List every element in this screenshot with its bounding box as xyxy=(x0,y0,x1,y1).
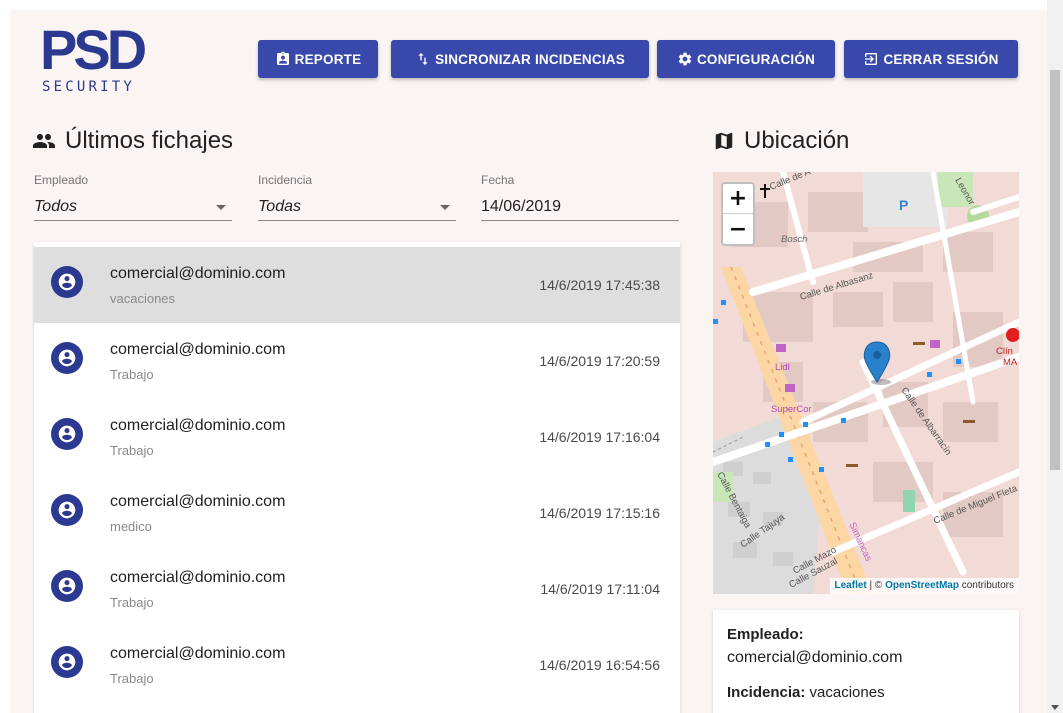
item-time: 14/6/2019 17:20:59 xyxy=(539,353,660,369)
incidencia-underline xyxy=(258,220,456,221)
empleado-select[interactable]: Empleado Todos xyxy=(34,173,232,223)
item-time: 14/6/2019 17:45:38 xyxy=(539,277,660,293)
map-tiles: Calle de Albasanz Calle de Albarracín Ca… xyxy=(713,172,1019,594)
poi-label-clinica: Clín xyxy=(996,346,1013,357)
cerrar-sesion-label: CERRAR SESIÓN xyxy=(883,51,999,67)
incidencia-label: Incidencia xyxy=(258,173,313,187)
empleado-underline xyxy=(34,220,232,221)
location-map[interactable]: Calle de Albasanz Calle de Albarracín Ca… xyxy=(713,172,1019,594)
zoom-in-button[interactable]: + xyxy=(723,184,753,214)
scroll-down-arrow-icon[interactable] xyxy=(1051,705,1059,710)
incidencia-select[interactable]: Incidencia Todas xyxy=(258,173,456,223)
dropdown-arrow-icon xyxy=(216,205,226,210)
map-icon xyxy=(715,132,733,150)
fecha-input[interactable]: Fecha 14/06/2019 xyxy=(481,173,679,223)
list-item[interactable]: comercial@dominio.com Trabajo 14/6/2019 … xyxy=(34,551,680,627)
item-type: Trabajo xyxy=(110,367,154,382)
account-circle-icon xyxy=(58,273,76,291)
avatar xyxy=(51,494,83,526)
item-type: Trabajo xyxy=(110,443,154,458)
avatar xyxy=(51,342,83,374)
poi-label-bosch: Bosch xyxy=(781,234,807,245)
item-type: vacaciones xyxy=(110,291,176,306)
configuracion-label: CONFIGURACIÓN xyxy=(696,51,816,67)
item-type: medico xyxy=(110,519,152,534)
logo-sub-text: SECURITY xyxy=(42,79,136,95)
item-type: Trabajo xyxy=(110,595,154,610)
item-type: Trabajo xyxy=(110,671,154,686)
logo-main-text: PSD xyxy=(40,18,147,81)
empleado-value: Todos xyxy=(34,198,77,215)
fecha-underline xyxy=(481,220,679,221)
ubicacion-title-text: Ubicación xyxy=(744,127,850,154)
fichajes-title: Últimos fichajes xyxy=(32,124,233,158)
zoom-out-button[interactable]: − xyxy=(723,214,753,244)
openstreetmap-link[interactable]: OpenStreetMap xyxy=(885,580,959,591)
scrollbar-thumb[interactable] xyxy=(1050,70,1060,470)
leaflet-link[interactable]: Leaflet xyxy=(835,580,867,591)
ubicacion-title: Ubicación xyxy=(713,124,849,158)
swap-vert-icon xyxy=(418,53,428,65)
fichajes-list: comercial@dominio.com vacaciones 14/6/20… xyxy=(34,242,680,713)
fecha-value: 14/06/2019 xyxy=(481,198,562,215)
list-item[interactable]: comercial@dominio.com Trabajo 14/6/2019 … xyxy=(34,627,680,703)
dropdown-arrow-icon xyxy=(440,205,450,210)
reporte-button[interactable]: REPORTE xyxy=(258,40,378,78)
item-email: comercial@dominio.com xyxy=(110,265,286,282)
sincronizar-label: SINCRONIZAR INCIDENCIAS xyxy=(435,51,625,67)
item-email: comercial@dominio.com xyxy=(110,645,286,662)
empleado-label: Empleado xyxy=(34,173,89,187)
attribution-separator: | © xyxy=(866,580,886,591)
account-circle-icon xyxy=(58,501,76,519)
account-circle-icon xyxy=(58,425,76,443)
info-empleado-label: Empleado: xyxy=(727,626,804,643)
item-time: 14/6/2019 17:11:04 xyxy=(540,581,660,597)
parking-label: P xyxy=(899,197,908,213)
info-incidencia: Incidencia: vacaciones xyxy=(727,684,885,701)
page-scrollbar[interactable] xyxy=(1047,0,1063,713)
avatar xyxy=(51,570,83,602)
poi-label-clinica-2: MA xyxy=(1003,357,1018,368)
app-root: PSD SECURITY REPORTE SINCRONIZAR INCIDEN… xyxy=(10,10,1047,713)
contact-badge-icon xyxy=(276,51,289,65)
map-attribution: Leaflet | © OpenStreetMap contributors xyxy=(829,578,1019,594)
item-time: 14/6/2019 17:16:04 xyxy=(539,429,660,445)
account-circle-icon xyxy=(58,577,76,595)
location-info-card: Empleado: comercial@dominio.com Incidenc… xyxy=(713,610,1019,713)
gear-icon xyxy=(678,52,692,66)
incidencia-value: Todas xyxy=(258,198,301,215)
avatar xyxy=(51,266,83,298)
people-icon xyxy=(33,134,55,148)
poi-label-supercor: SuperCor xyxy=(771,404,812,415)
item-time: 14/6/2019 16:54:56 xyxy=(539,657,660,673)
info-incidencia-value: vacaciones xyxy=(809,684,885,701)
info-empleado-value: comercial@dominio.com xyxy=(727,649,903,666)
fichajes-title-text: Últimos fichajes xyxy=(65,127,234,154)
psd-security-logo: PSD SECURITY xyxy=(38,22,168,100)
zoom-control: + − xyxy=(721,182,755,246)
item-email: comercial@dominio.com xyxy=(110,569,286,586)
account-circle-icon xyxy=(58,349,76,367)
sincronizar-incidencias-button[interactable]: SINCRONIZAR INCIDENCIAS xyxy=(391,40,649,78)
avatar xyxy=(51,418,83,450)
info-incidencia-label: Incidencia: xyxy=(727,684,806,701)
fecha-label: Fecha xyxy=(481,173,515,187)
list-item[interactable]: comercial@dominio.com Trabajo 14/6/2019 … xyxy=(34,323,680,399)
avatar xyxy=(51,646,83,678)
poi-label-lidl: Lidl xyxy=(775,362,790,373)
list-item[interactable]: comercial@dominio.com Trabajo 14/6/2019 … xyxy=(34,399,680,475)
exit-to-app-icon xyxy=(865,53,878,65)
account-circle-icon xyxy=(58,653,76,671)
item-time: 14/6/2019 17:15:16 xyxy=(539,505,660,521)
list-item[interactable]: comercial@dominio.com medico 14/6/2019 1… xyxy=(34,475,680,551)
list-item[interactable]: comercial@dominio.com vacaciones 14/6/20… xyxy=(34,247,680,323)
cerrar-sesion-button[interactable]: CERRAR SESIÓN xyxy=(844,40,1018,78)
header: PSD SECURITY REPORTE SINCRONIZAR INCIDEN… xyxy=(10,10,1047,105)
attribution-contributors: contributors xyxy=(958,580,1014,591)
item-email: comercial@dominio.com xyxy=(110,341,286,358)
item-email: comercial@dominio.com xyxy=(110,417,286,434)
configuracion-button[interactable]: CONFIGURACIÓN xyxy=(657,40,835,78)
reporte-label: REPORTE xyxy=(294,51,362,67)
item-email: comercial@dominio.com xyxy=(110,493,286,510)
